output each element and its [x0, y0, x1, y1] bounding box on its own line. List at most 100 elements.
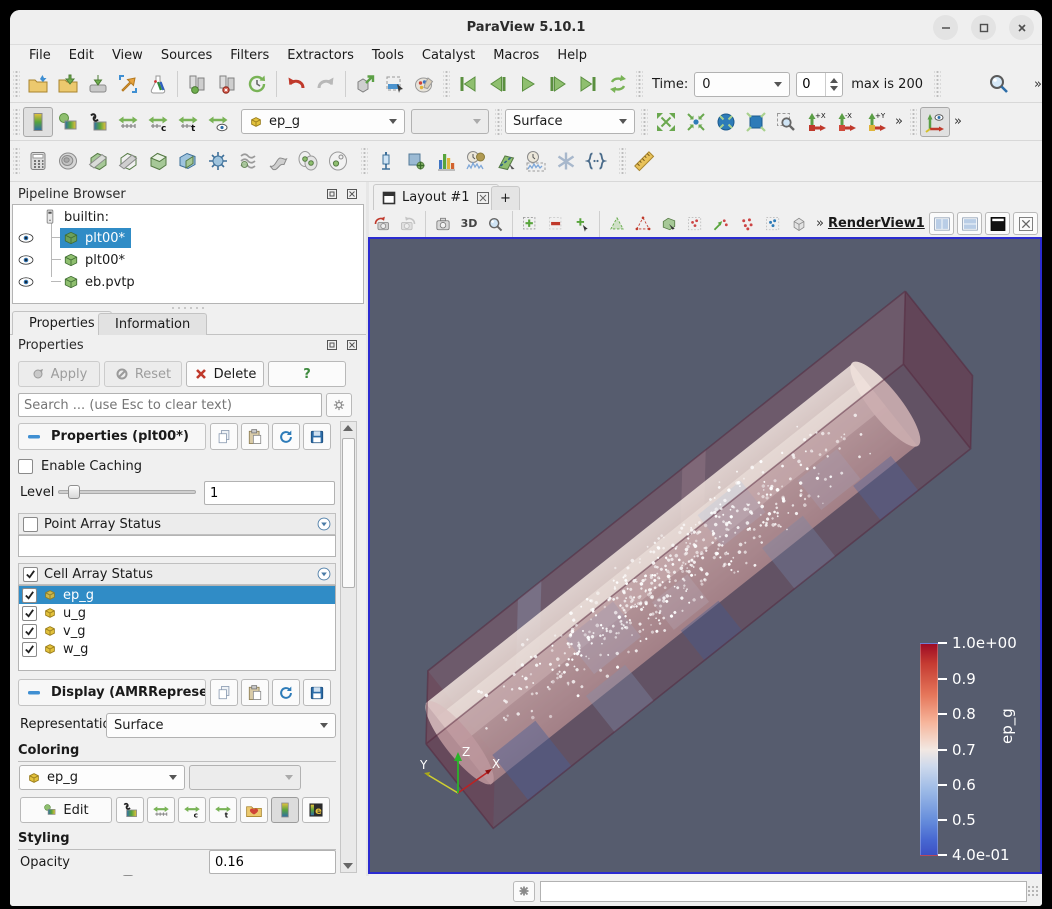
rescale-custom-range-button[interactable]: c — [178, 797, 206, 823]
pipeline-item-row[interactable]: plt00* — [17, 250, 361, 270]
probe-location-button[interactable] — [371, 146, 401, 176]
warp-filter-button[interactable] — [263, 146, 293, 176]
interactive-select-cells-button[interactable] — [682, 212, 708, 236]
delete-button[interactable]: Delete — [186, 361, 264, 387]
rescale-to-custom-range-button[interactable]: c — [143, 107, 173, 137]
save-screenshot-button[interactable] — [83, 69, 113, 99]
set-view-plus-y-button[interactable]: +Y — [861, 107, 891, 137]
zoom-to-box-view-button[interactable] — [482, 212, 508, 236]
frame-spinbox[interactable] — [796, 72, 843, 97]
level-input[interactable] — [204, 481, 335, 505]
pipeline-item-row[interactable]: plt00* — [17, 228, 361, 248]
render-view-title[interactable]: RenderView1 — [828, 216, 925, 231]
layout-tab[interactable]: Layout #1 — [373, 184, 499, 210]
point-array-checkbox[interactable] — [23, 517, 38, 532]
reset-session-button[interactable] — [242, 69, 272, 99]
frame-input[interactable] — [797, 77, 825, 92]
use-separate-colormap-button[interactable] — [116, 797, 144, 823]
python-calculator-button[interactable] — [581, 146, 611, 176]
copy-properties-button[interactable] — [210, 423, 238, 450]
scroll-up-button[interactable] — [343, 425, 353, 431]
save-data-button[interactable] — [53, 69, 83, 99]
scroll-down-button[interactable] — [343, 863, 353, 869]
extract-selection-button[interactable] — [401, 146, 431, 176]
show-color-legend-button[interactable] — [271, 797, 299, 823]
slider-thumb[interactable] — [68, 485, 80, 499]
maximize-view-button[interactable] — [985, 212, 1010, 235]
visibility-eye-icon[interactable] — [17, 251, 35, 269]
pipeline-server-row[interactable]: builtin: — [41, 207, 109, 227]
undo-button[interactable] — [281, 69, 311, 99]
group-datasets-button[interactable] — [293, 146, 323, 176]
tab-information[interactable]: Information — [98, 313, 207, 335]
choose-preset-button[interactable] — [240, 797, 268, 823]
reset-button[interactable]: Reset — [104, 361, 182, 387]
array-checkbox[interactable] — [22, 588, 37, 603]
color-array-combobox[interactable]: ep_g — [241, 109, 405, 134]
cell-array-row-w_g[interactable]: w_g — [19, 640, 335, 658]
save-defaults-button[interactable] — [303, 423, 331, 450]
capture-screenshot-button[interactable] — [430, 212, 456, 236]
redo-button[interactable] — [311, 69, 341, 99]
edit-color-map-button[interactable] — [53, 107, 83, 137]
slice-filter-button[interactable] — [113, 146, 143, 176]
copy-display-button[interactable] — [210, 679, 238, 706]
menu-filters[interactable]: Filters — [221, 47, 278, 64]
zoom-to-data-button[interactable] — [681, 107, 711, 137]
axes-overflow-chevron[interactable]: » — [950, 114, 966, 129]
cell-array-checkbox[interactable] — [23, 567, 38, 582]
zoom-to-box-button[interactable] — [771, 107, 801, 137]
select-polygon-points-button[interactable] — [630, 212, 656, 236]
first-frame-button[interactable] — [453, 69, 483, 99]
set-view-plus-x-button[interactable]: +X — [801, 107, 831, 137]
ruler-button[interactable] — [629, 146, 659, 176]
coloring-array-combobox[interactable]: ep_g — [19, 765, 185, 790]
calculator-filter-button[interactable] — [23, 146, 53, 176]
catalyst-flask-button[interactable] — [143, 69, 173, 99]
camera-overflow-chevron[interactable]: » — [891, 114, 907, 129]
enable-caching-checkbox[interactable] — [18, 459, 33, 474]
hover-cells-button[interactable] — [734, 212, 760, 236]
visibility-eye-icon[interactable] — [17, 273, 35, 291]
last-frame-button[interactable] — [573, 69, 603, 99]
pipeline-item-row[interactable]: eb.pvtp — [17, 272, 361, 292]
close-button[interactable] — [1009, 15, 1034, 40]
dock-float-button[interactable] — [324, 337, 340, 353]
rescale-to-temporal-range-button[interactable]: t — [173, 107, 203, 137]
representation-select[interactable]: Surface — [106, 713, 336, 738]
search-options-button[interactable] — [326, 393, 352, 417]
cell-array-row-ep_g[interactable]: ep_g — [19, 586, 335, 604]
camera-redo-button[interactable] — [395, 212, 421, 236]
menu-macros[interactable]: Macros — [484, 47, 548, 64]
reset-camera-button[interactable] — [651, 107, 681, 137]
save-display-button[interactable] — [303, 679, 331, 706]
pipeline-item-selected[interactable]: plt00* — [60, 228, 131, 248]
menu-tools[interactable]: Tools — [363, 47, 413, 64]
zoom-closest-button[interactable] — [711, 107, 741, 137]
plot-over-line-button[interactable] — [491, 146, 521, 176]
array-checkbox[interactable] — [22, 642, 37, 657]
connect-server-button[interactable] — [182, 69, 212, 99]
select-block-button[interactable] — [656, 212, 682, 236]
maximize-button[interactable] — [971, 15, 996, 40]
opacity-input[interactable] — [209, 850, 336, 874]
interactive-select-points-button[interactable] — [708, 212, 734, 236]
tab-properties[interactable]: Properties — [12, 311, 112, 335]
reset-defaults-button[interactable] — [272, 423, 300, 450]
menu-file[interactable]: File — [20, 47, 60, 64]
select-polygon-cells-button[interactable] — [604, 212, 630, 236]
rescale-to-data-range-button[interactable] — [113, 107, 143, 137]
loop-button[interactable] — [603, 69, 633, 99]
reset-camera-closest-button[interactable] — [741, 107, 771, 137]
color-palette-button[interactable] — [410, 69, 440, 99]
glyph-filter-button[interactable] — [203, 146, 233, 176]
search-in-panels-button[interactable] — [984, 69, 1014, 99]
render-view[interactable]: X Y Z 1.0e+00 0.9 0.8 0.7 0.6 0.5 4.0e-0… — [368, 237, 1042, 874]
extract-level-button[interactable] — [323, 146, 353, 176]
camera-undo-button[interactable] — [369, 212, 395, 236]
open-file-button[interactable] — [23, 69, 53, 99]
plot-over-time-button[interactable] — [461, 146, 491, 176]
dock-close-button[interactable] — [344, 337, 360, 353]
section-properties-bar[interactable]: Properties (plt00*) — [18, 423, 206, 450]
auto-apply-button[interactable] — [350, 69, 380, 99]
